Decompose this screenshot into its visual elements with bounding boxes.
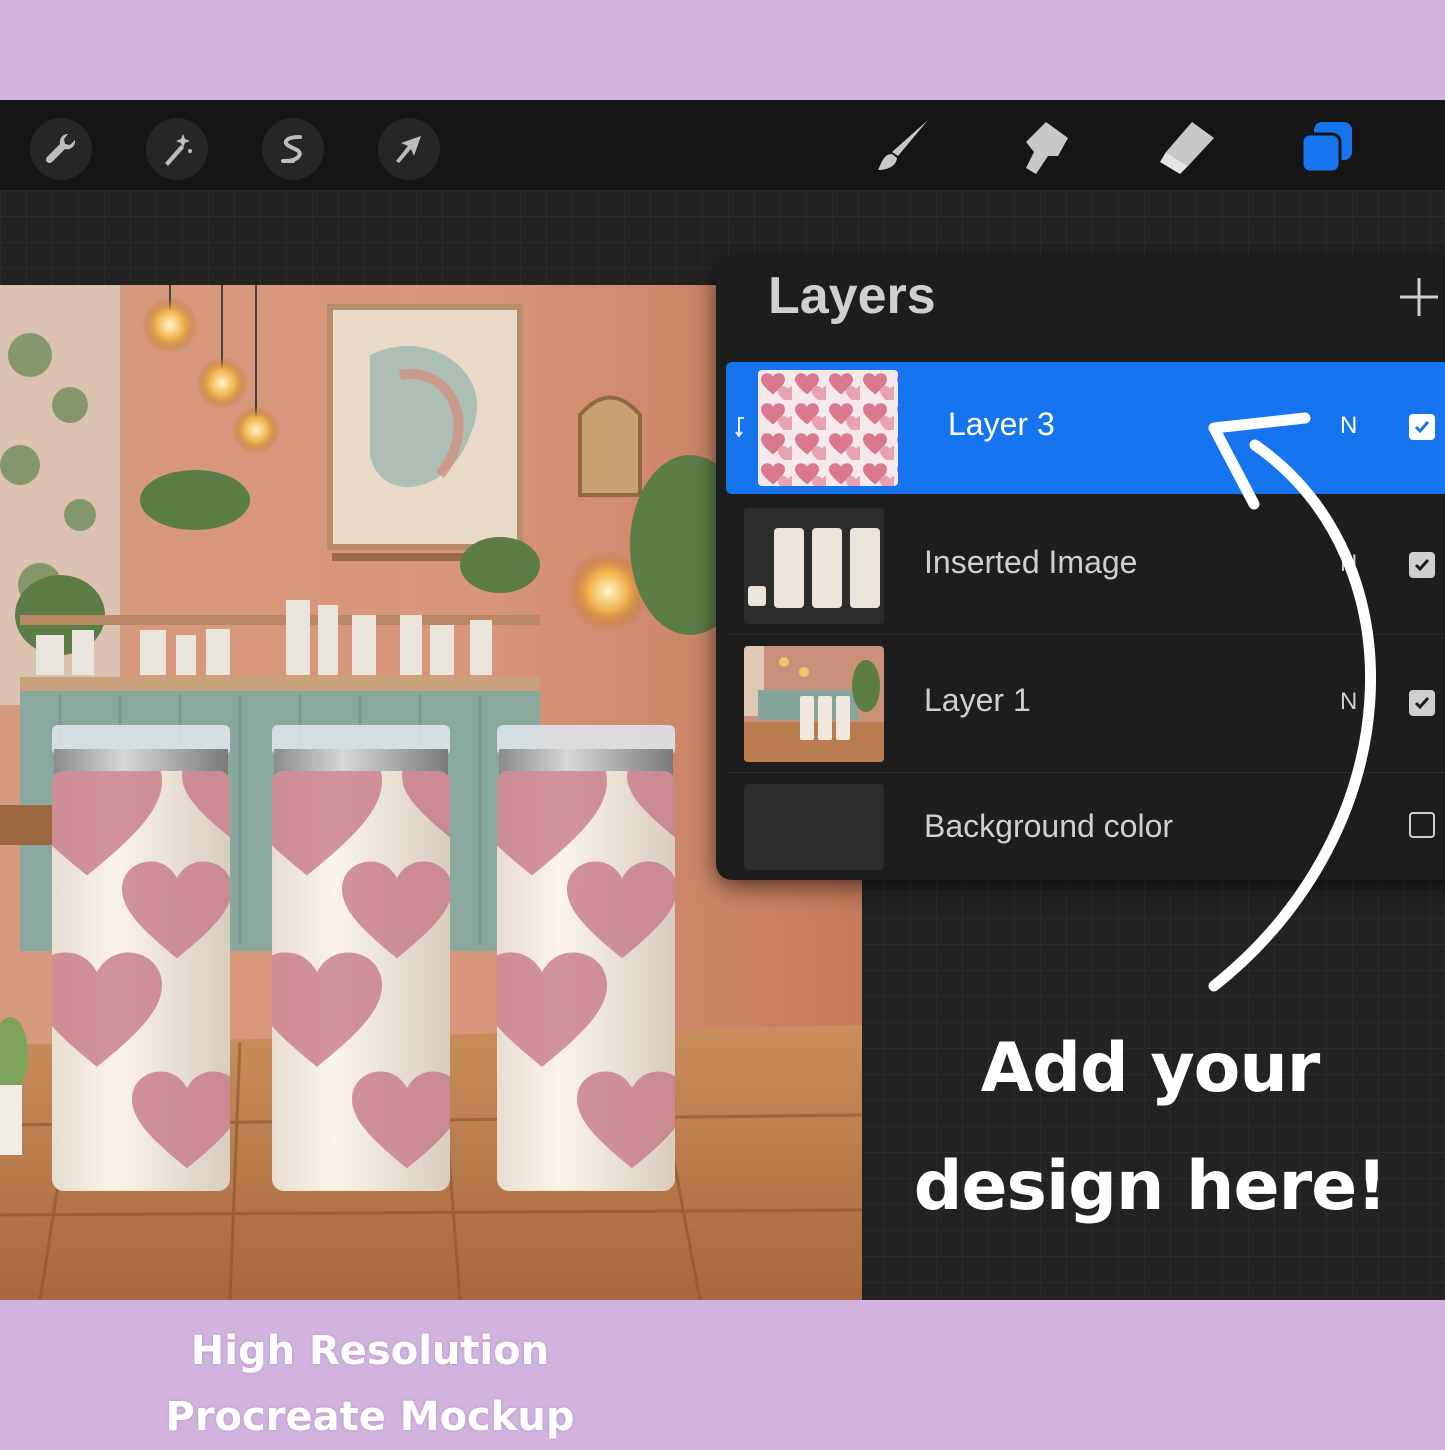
smudge-icon[interactable] (1012, 116, 1076, 180)
layer-name[interactable]: Layer 1 (924, 682, 1031, 719)
layer-name[interactable]: Layer 3 (948, 406, 1055, 443)
visibility-checkbox[interactable] (1409, 552, 1435, 578)
visibility-checkbox[interactable] (1409, 812, 1435, 838)
magic-wand-icon[interactable] (146, 118, 208, 180)
layer-thumbnail (758, 370, 898, 486)
plus-icon[interactable] (1394, 272, 1444, 322)
footer-line-2: Procreate Mockup (165, 1394, 575, 1440)
transform-arrow-icon[interactable] (378, 118, 440, 180)
visibility-checkbox[interactable] (1409, 414, 1435, 440)
brush-icon[interactable] (870, 116, 934, 180)
visibility-checkbox[interactable] (1409, 690, 1435, 716)
selection-icon[interactable] (262, 118, 324, 180)
layer-name[interactable]: Background color (924, 808, 1173, 845)
check-icon (1414, 421, 1430, 434)
eraser-icon[interactable] (1154, 116, 1218, 180)
callout-text: Add your design here! (880, 1010, 1420, 1246)
check-icon (1414, 697, 1430, 710)
footer-caption: High Resolution Procreate Mockup (140, 1318, 600, 1450)
wrench-icon[interactable] (30, 118, 92, 180)
layers-panel-title: Layers (768, 267, 936, 325)
layer-name[interactable]: Inserted Image (924, 544, 1137, 581)
top-toolbar (0, 100, 1445, 190)
callout-line-1: Add your (980, 1029, 1321, 1108)
layer-thumbnail (744, 508, 884, 624)
callout-line-2: design here! (913, 1147, 1388, 1226)
footer-line-1: High Resolution (190, 1328, 550, 1374)
layer-thumbnail (744, 646, 884, 762)
check-icon (1414, 559, 1430, 572)
color-icon[interactable] (1420, 116, 1445, 180)
layers-icon[interactable] (1296, 116, 1360, 180)
clipping-mask-icon (735, 417, 744, 438)
procreate-window: Layers Layer 3 N Inserted Image N Layer … (0, 100, 1445, 1300)
curved-arrow-icon (1208, 412, 1376, 992)
layer-thumbnail (744, 784, 884, 870)
